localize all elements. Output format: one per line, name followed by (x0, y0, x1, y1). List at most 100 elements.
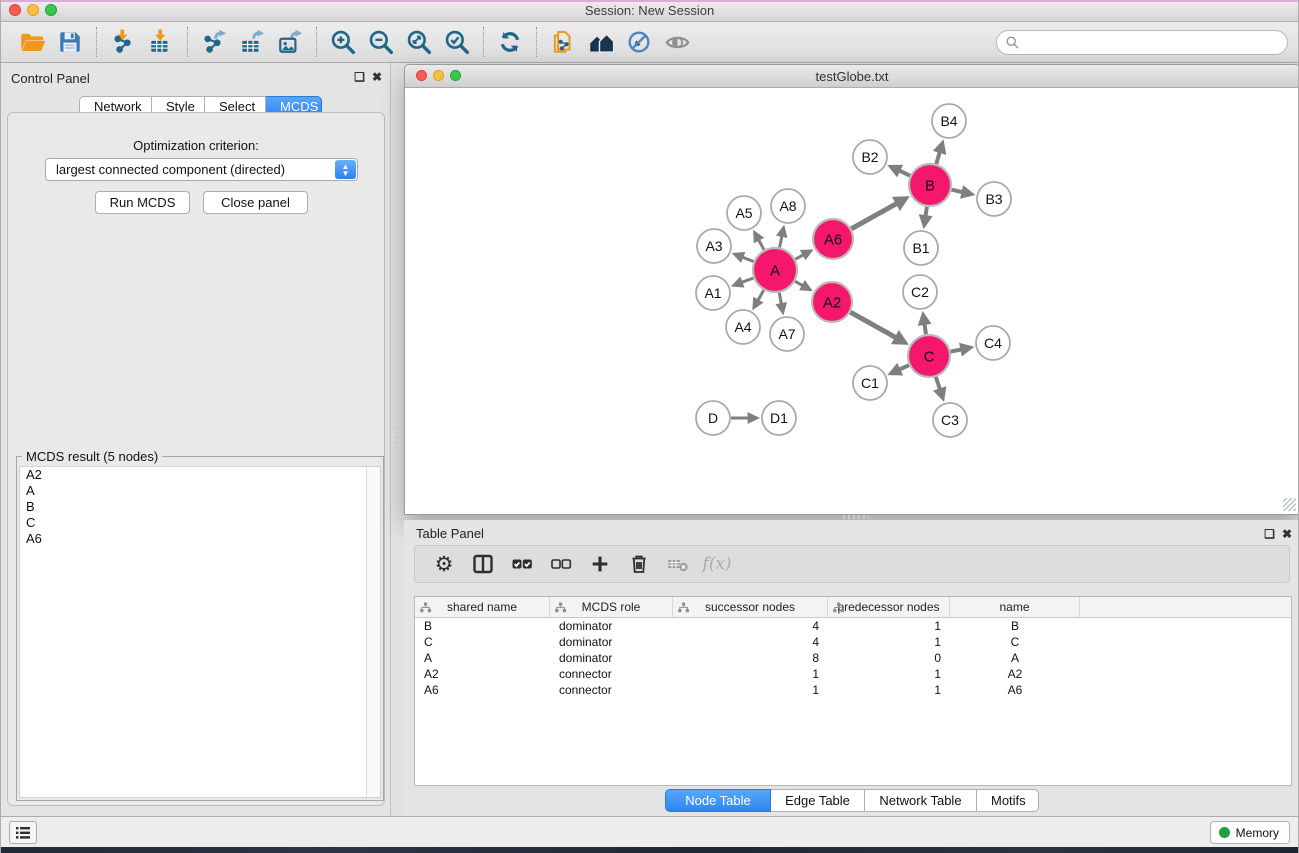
graph-edge-A-A5[interactable] (759, 240, 764, 250)
float-panel-icon[interactable]: ❑ (354, 70, 365, 84)
table-cell[interactable]: dominator (550, 650, 673, 666)
graph-edge-C-C1[interactable] (899, 365, 909, 369)
graph-node-D1[interactable]: D1 (762, 401, 796, 435)
network-graph[interactable]: B4B2BB3A5A8A6A3B1AA1C2A2A4A7C4CC1C3DD1 (406, 88, 1298, 514)
table-row[interactable]: A6connector11A6 (415, 682, 1291, 698)
table-cell[interactable]: 4 (673, 634, 828, 650)
table-cell[interactable]: A2 (950, 666, 1080, 682)
node-table[interactable]: shared nameMCDS rolesuccessor nodesprede… (414, 596, 1292, 786)
table-cell[interactable]: 4 (673, 618, 828, 634)
graph-node-A2[interactable]: A2 (812, 282, 852, 322)
zoom-fit-content-button[interactable] (400, 24, 438, 60)
column-header-MCDS-role[interactable]: MCDS role (550, 597, 673, 617)
run-mcds-button[interactable]: Run MCDS (95, 191, 190, 214)
deselect-all-rows-button[interactable] (546, 549, 576, 579)
graph-node-B3[interactable]: B3 (977, 182, 1011, 216)
graph-node-A8[interactable]: A8 (771, 189, 805, 223)
column-header-shared-name[interactable]: shared name (415, 597, 550, 617)
table-cell[interactable]: 1 (828, 682, 950, 698)
save-session-button[interactable] (51, 24, 89, 60)
export-table-button[interactable] (233, 24, 271, 60)
search-input[interactable] (1025, 33, 1287, 53)
network-canvas[interactable]: B4B2BB3A5A8A6A3B1AA1C2A2A4A7C4CC1C3DD1 (406, 88, 1298, 513)
table-cell[interactable]: 0 (828, 650, 950, 666)
vertical-splitter-grip[interactable] (395, 427, 402, 453)
table-cell[interactable]: dominator (550, 618, 673, 634)
graph-node-B2[interactable]: B2 (853, 140, 887, 174)
graph-edge-A-A2[interactable] (795, 281, 803, 285)
network-window-titlebar[interactable]: testGlobe.txt (405, 65, 1299, 88)
table-cell[interactable]: B (950, 618, 1080, 634)
graph-edge-A-A1[interactable] (742, 278, 754, 282)
table-cell[interactable]: 1 (828, 634, 950, 650)
export-network-button[interactable] (195, 24, 233, 60)
column-header-predecessor-nodes[interactable]: predecessor nodes (828, 597, 950, 617)
export-image-button[interactable] (271, 24, 309, 60)
graph-node-D[interactable]: D (696, 401, 730, 435)
import-table-from-file-button[interactable] (142, 24, 180, 60)
graph-node-B4[interactable]: B4 (932, 104, 966, 138)
clone-network-button[interactable] (544, 24, 582, 60)
zoom-selected-region-button[interactable] (438, 24, 476, 60)
table-cell[interactable]: C (950, 634, 1080, 650)
graph-edge-A2-C[interactable] (850, 312, 895, 337)
window-resize-grip[interactable] (1283, 498, 1296, 511)
table-cell[interactable]: A2 (415, 666, 550, 682)
table-cell[interactable]: connector (550, 666, 673, 682)
table-cell[interactable]: C (415, 634, 550, 650)
table-cell[interactable]: A6 (950, 682, 1080, 698)
graph-edge-A-A3[interactable] (742, 257, 753, 261)
table-row[interactable]: A2connector11A2 (415, 666, 1291, 682)
horizontal-splitter-grip[interactable] (843, 515, 869, 519)
graph-edge-C-C4[interactable] (951, 349, 962, 351)
table-cell[interactable]: dominator (550, 634, 673, 650)
mcds-result-item[interactable]: C (20, 515, 380, 531)
mcds-result-item[interactable]: A6 (20, 531, 380, 547)
hide-graphics-details-button[interactable] (620, 24, 658, 60)
graph-node-C3[interactable]: C3 (933, 403, 967, 437)
table-cell[interactable]: 1 (673, 682, 828, 698)
graph-node-A6[interactable]: A6 (813, 219, 853, 259)
graph-edge-A-A6[interactable] (795, 255, 803, 259)
graph-node-A1[interactable]: A1 (696, 276, 730, 310)
tab-motifs[interactable]: Motifs (977, 789, 1039, 812)
select-all-rows-button[interactable] (507, 549, 537, 579)
table-settings-button[interactable]: ⚙ (429, 549, 459, 579)
table-cell[interactable]: B (415, 618, 550, 634)
tab-edge-table[interactable]: Edge Table (771, 789, 865, 812)
delete-column-button[interactable] (624, 549, 654, 579)
graph-node-B[interactable]: B (909, 164, 951, 206)
memory-button[interactable]: Memory (1210, 821, 1290, 844)
graph-edge-B-B4[interactable] (936, 152, 940, 164)
graph-edge-B-B1[interactable] (926, 207, 927, 216)
add-column-button[interactable] (585, 549, 615, 579)
mcds-result-item[interactable]: A2 (20, 467, 380, 483)
table-row[interactable]: Cdominator41C (415, 634, 1291, 650)
close-table-panel-icon[interactable]: ✖ (1282, 527, 1292, 541)
graph-edge-A-A7[interactable] (779, 293, 781, 305)
close-panel-icon[interactable]: ✖ (372, 70, 382, 84)
graph-edge-C-C3[interactable] (936, 377, 940, 390)
table-row[interactable]: Adominator80A (415, 650, 1291, 666)
mcds-result-item[interactable]: B (20, 499, 380, 515)
table-row[interactable]: Bdominator41B (415, 618, 1291, 634)
close-panel-button[interactable]: Close panel (203, 191, 308, 214)
show-graphics-details-button[interactable] (658, 24, 696, 60)
zoom-out-button[interactable] (362, 24, 400, 60)
mcds-result-item[interactable]: A (20, 483, 380, 499)
search-box[interactable] (996, 30, 1288, 55)
graph-edge-A-A4[interactable] (758, 290, 764, 300)
tab-node-table[interactable]: Node Table (665, 789, 771, 812)
float-table-panel-icon[interactable]: ❑ (1264, 527, 1275, 541)
graph-node-A7[interactable]: A7 (770, 317, 804, 351)
zoom-in-button[interactable] (324, 24, 362, 60)
open-session-button[interactable] (13, 24, 51, 60)
table-cell[interactable]: 1 (828, 618, 950, 634)
graph-edge-A-A8[interactable] (780, 236, 782, 248)
graph-node-A5[interactable]: A5 (727, 196, 761, 230)
apply-preferred-layout-button[interactable] (491, 24, 529, 60)
graph-node-C2[interactable]: C2 (903, 275, 937, 309)
table-cell[interactable]: A6 (415, 682, 550, 698)
table-cell[interactable]: 1 (673, 666, 828, 682)
table-cell[interactable]: A (415, 650, 550, 666)
